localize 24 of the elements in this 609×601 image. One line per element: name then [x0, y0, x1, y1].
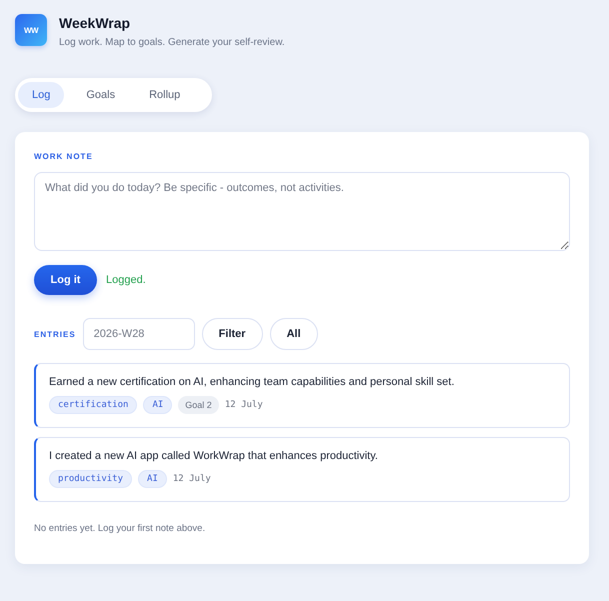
filter-button[interactable]: All — [270, 318, 318, 350]
work-note-field[interactable]: What did you do today? Be specific - outcomes, not activities. — [34, 172, 570, 251]
tag-chip: productivity — [49, 470, 132, 488]
tag-chip: AI — [138, 470, 167, 488]
filter-button[interactable]: Filter — [202, 318, 263, 350]
tab[interactable]: Goals — [74, 82, 128, 108]
entry-text: Earned a new certification on AI, enhancing team capabilities and personal skill set. — [49, 376, 456, 388]
tag-chip: AI — [143, 396, 172, 414]
app-subtitle: Log work. Map to goals. Generate your self-review. — [59, 37, 285, 48]
app-title: WeekWrap — [59, 15, 132, 31]
entry-date: 12 July — [224, 400, 263, 410]
tag-chip: certification — [49, 396, 138, 414]
entry-text: I created a new AI app called WorkWrap that enhances productivity. — [49, 450, 379, 462]
goal-chip: Goal 2 — [178, 396, 219, 414]
tab[interactable]: Rollup — [137, 82, 192, 108]
app-logo: WW — [15, 14, 47, 46]
section-label: ENTRIES — [34, 330, 76, 338]
tab[interactable]: Log — [18, 82, 64, 108]
status-message: Logged. — [106, 274, 146, 286]
empty-message: No entries yet. Log your first note above. — [34, 523, 206, 534]
week-field[interactable]: 2026-W28 — [82, 318, 195, 350]
log-button[interactable]: Log it — [34, 265, 97, 295]
entry-date: 12 July — [172, 474, 211, 484]
section-label: WORK NOTE — [34, 152, 94, 161]
